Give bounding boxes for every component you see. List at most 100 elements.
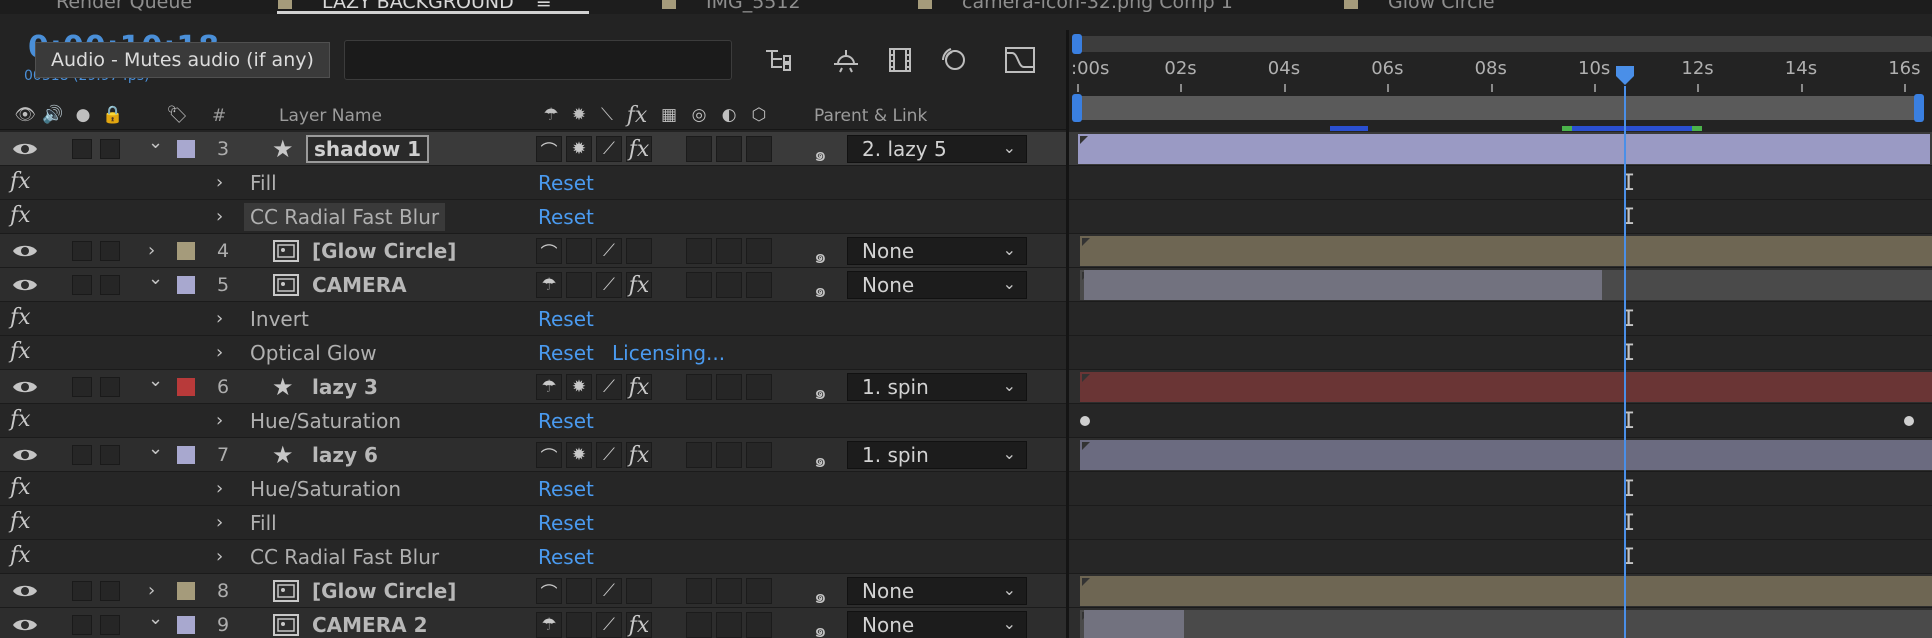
video-visibility-toggle[interactable] <box>12 370 38 403</box>
switch-box[interactable] <box>746 238 772 264</box>
effect-reset-link[interactable]: Reset <box>538 200 594 233</box>
switch-box[interactable] <box>716 374 742 400</box>
parent-dropdown[interactable]: None ⌄ <box>847 611 1027 638</box>
twirl-open-icon[interactable]: ⌄ <box>148 432 163 465</box>
label-color-swatch[interactable] <box>177 276 195 294</box>
switch-box[interactable] <box>686 442 712 468</box>
effect-row[interactable]: fx › CC Radial Fast Blur Reset I <box>0 540 1932 574</box>
motion-blur-button[interactable] <box>934 44 970 76</box>
tab-render-queue[interactable]: Render Queue <box>56 0 192 13</box>
switch-box[interactable] <box>72 377 92 397</box>
time-navigator-start-handle[interactable] <box>1072 94 1082 122</box>
layer-duration-bar[interactable] <box>1078 134 1930 164</box>
switch-box[interactable] <box>100 615 120 635</box>
parent-dropdown[interactable]: None ⌄ <box>847 237 1027 265</box>
parent-dropdown[interactable]: 2. lazy 5 ⌄ <box>847 135 1027 163</box>
effect-toggle-icon[interactable]: fx <box>10 509 31 534</box>
switch-box[interactable] <box>716 612 742 638</box>
effect-name[interactable]: Hue/Saturation <box>250 472 401 505</box>
effect-toggle-icon[interactable]: fx <box>10 305 31 330</box>
layer-name[interactable]: lazy 3 <box>312 370 378 403</box>
effects-switch-icon[interactable] <box>626 238 652 264</box>
quality-switch-icon[interactable]: ⟋ <box>596 442 622 468</box>
column-header-number[interactable]: # <box>212 106 226 126</box>
quality-switch-icon[interactable]: ⟋ <box>596 612 622 638</box>
time-navigator-end-handle[interactable] <box>1914 94 1924 122</box>
layer-duration-bar[interactable] <box>1080 440 1932 470</box>
effect-name[interactable]: Fill <box>250 166 277 199</box>
label-color-swatch[interactable] <box>177 378 195 396</box>
quality-switch-icon[interactable]: ⟋ <box>596 374 622 400</box>
column-header-parent-link[interactable]: Parent & Link <box>814 106 927 126</box>
collapse-switch-icon[interactable]: ✹ <box>566 442 592 468</box>
layer-name[interactable]: [Glow Circle] <box>312 234 456 267</box>
effect-reset-link[interactable]: Reset <box>538 506 594 539</box>
effect-reset-link[interactable]: Reset <box>538 302 594 335</box>
switch-box[interactable] <box>686 238 712 264</box>
shy-switch-icon[interactable]: ⌒ <box>536 578 562 604</box>
effects-switch-icon[interactable]: fx <box>626 136 652 162</box>
switch-box[interactable] <box>100 581 120 601</box>
switch-box[interactable] <box>686 136 712 162</box>
tab-glow-circle[interactable]: Glow Circle <box>1344 0 1495 13</box>
effect-name[interactable]: Optical Glow <box>250 336 377 369</box>
parent-dropdown[interactable]: 1. spin ⌄ <box>847 373 1027 401</box>
collapse-switch-icon[interactable] <box>566 272 592 298</box>
adjustment-layer-header-icon[interactable]: ◐ <box>718 104 740 126</box>
effect-row[interactable]: fx › Invert Reset I <box>0 302 1932 336</box>
switch-box[interactable] <box>686 272 712 298</box>
switch-box[interactable] <box>746 612 772 638</box>
label-color-swatch[interactable] <box>177 446 195 464</box>
effect-toggle-icon[interactable]: fx <box>10 169 31 194</box>
time-navigator-bar[interactable] <box>1074 96 1922 120</box>
parent-dropdown[interactable]: None ⌄ <box>847 577 1027 605</box>
label-color-swatch[interactable] <box>177 582 195 600</box>
twirl-open-icon[interactable]: ⌄ <box>148 364 163 397</box>
label-header-icon[interactable]: 🏷 <box>166 104 188 126</box>
twirl-closed-icon[interactable]: › <box>216 472 223 505</box>
layer-row[interactable]: ⌄ 6 ★ lazy 3 ☂ ✹ ⟋ fx ๑ 1. spin ⌄ <box>0 370 1932 404</box>
shy-switch-icon[interactable]: ☂ <box>536 612 562 638</box>
effects-switch-icon[interactable]: fx <box>626 374 652 400</box>
layer-row[interactable]: ⌄ 5 CAMERA ☂ ⟋ fx ๑ None ⌄ <box>0 268 1932 302</box>
video-visibility-toggle[interactable] <box>12 438 38 471</box>
switch-box[interactable] <box>72 241 92 261</box>
layer-name[interactable]: CAMERA 2 <box>312 608 427 638</box>
collapse-switch-icon[interactable]: ✹ <box>566 374 592 400</box>
effects-switch-icon[interactable]: fx <box>626 612 652 638</box>
effect-row[interactable]: fx › Fill Reset I <box>0 166 1932 200</box>
switch-box[interactable] <box>72 275 92 295</box>
effect-name[interactable]: Hue/Saturation <box>250 404 401 437</box>
layer-name[interactable]: lazy 6 <box>312 438 378 471</box>
shy-switch-icon[interactable]: ☂ <box>536 272 562 298</box>
layer-row[interactable]: ⌄ 9 CAMERA 2 ☂ ⟋ fx ๑ None ⌄ <box>0 608 1932 638</box>
effects-header-icon[interactable]: fx <box>626 103 648 128</box>
effects-switch-icon[interactable]: fx <box>626 272 652 298</box>
keyframe-dot[interactable] <box>1904 416 1914 426</box>
label-color-swatch[interactable] <box>177 140 195 158</box>
twirl-open-icon[interactable]: ⌄ <box>148 126 163 159</box>
effect-name[interactable]: Invert <box>250 302 309 335</box>
switch-box[interactable] <box>716 238 742 264</box>
layer-footage-segment[interactable] <box>1084 610 1184 638</box>
effect-reset-link[interactable]: Reset <box>538 472 594 505</box>
frame-blend-header-icon[interactable]: ▦ <box>658 104 680 126</box>
audio-switch-header-icon[interactable]: 🔊 <box>42 104 64 126</box>
parent-dropdown[interactable]: None ⌄ <box>847 271 1027 299</box>
shy-switch-icon[interactable]: ⌒ <box>536 442 562 468</box>
layer-row[interactable]: › 8 [Glow Circle] ⌒ ⟋ ๑ None ⌄ <box>0 574 1932 608</box>
layer-row[interactable]: › 4 [Glow Circle] ⌒ ⟋ ๑ None ⌄ <box>0 234 1932 268</box>
layer-row[interactable]: ⌄ 7 ★ lazy 6 ⌒ ✹ ⟋ fx ๑ 1. spin ⌄ <box>0 438 1932 472</box>
video-switch-header-icon[interactable]: 👁 <box>14 104 36 126</box>
twirl-closed-icon[interactable]: › <box>216 166 223 199</box>
switch-box[interactable] <box>716 578 742 604</box>
effect-toggle-icon[interactable]: fx <box>10 543 31 568</box>
effect-row[interactable]: fx › CC Radial Fast Blur Reset I <box>0 200 1932 234</box>
effect-reset-link[interactable]: Reset <box>538 336 594 369</box>
switch-box[interactable] <box>746 374 772 400</box>
collapse-switch-icon[interactable] <box>566 612 592 638</box>
keyframe-dot[interactable] <box>1080 416 1090 426</box>
twirl-open-icon[interactable]: ⌄ <box>148 602 163 635</box>
switch-box[interactable] <box>72 139 92 159</box>
twirl-closed-icon[interactable]: › <box>216 404 223 437</box>
